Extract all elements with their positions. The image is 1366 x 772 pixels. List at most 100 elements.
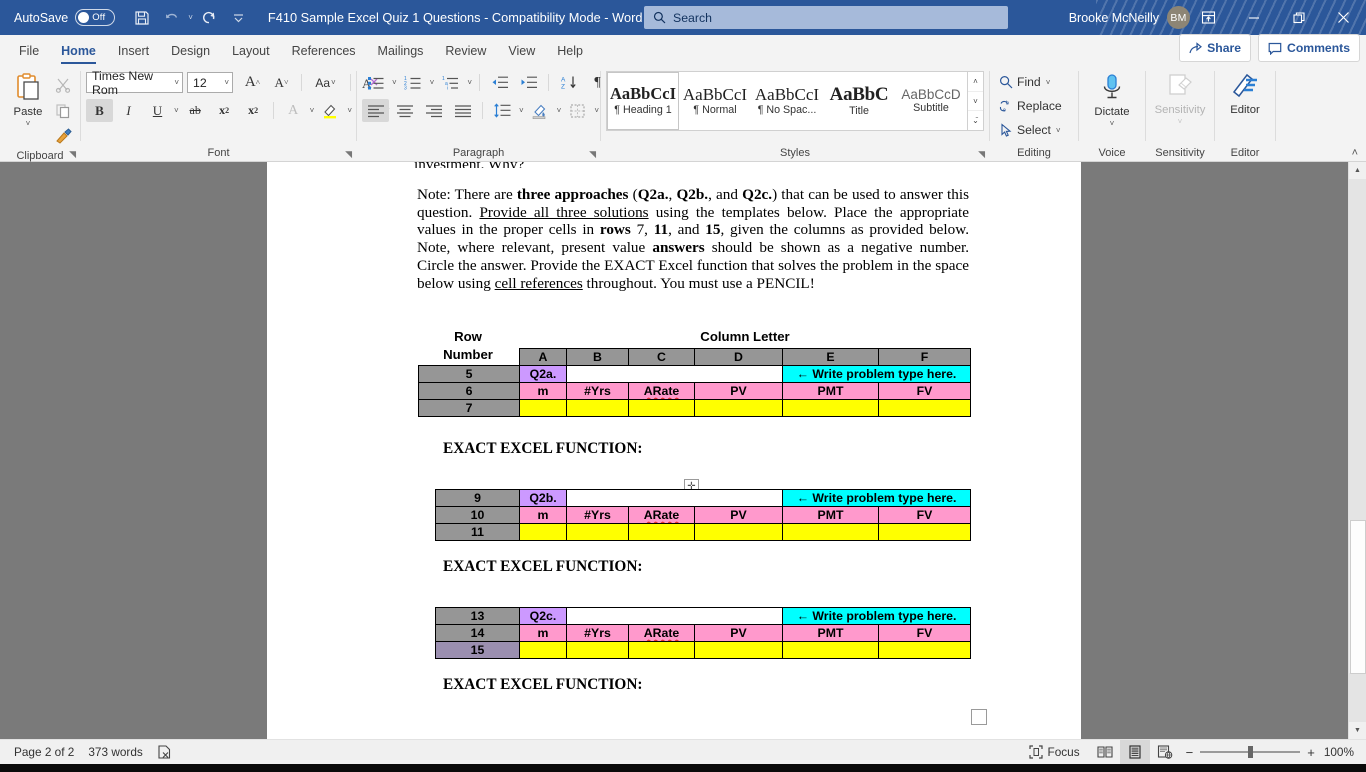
collapse-ribbon-icon[interactable]: ˄: [1352, 147, 1358, 159]
cell-c7[interactable]: [629, 400, 695, 417]
cell-f7[interactable]: [879, 400, 971, 417]
cell-b11[interactable]: [567, 524, 629, 541]
customize-qat-icon[interactable]: [226, 5, 252, 31]
word-count[interactable]: 373 words: [88, 745, 142, 759]
copy-icon[interactable]: [51, 99, 75, 122]
cell-e13-f13[interactable]: ← Write problem type here.: [783, 608, 971, 625]
numbering-icon[interactable]: 123: [400, 71, 427, 94]
bold-button[interactable]: B: [86, 99, 113, 122]
styles-dialog-launcher-icon[interactable]: ◥: [978, 149, 985, 160]
scroll-up-icon[interactable]: ▲: [1349, 162, 1366, 179]
cell-c6[interactable]: ARate: [629, 383, 695, 400]
cell-d14[interactable]: PV: [695, 625, 783, 642]
paste-chevron-down-icon[interactable]: ˅: [25, 119, 32, 128]
italic-button[interactable]: I: [115, 99, 142, 122]
replace-button[interactable]: bc Replace: [995, 95, 1066, 117]
underline-button[interactable]: U: [144, 99, 171, 122]
close-icon[interactable]: [1321, 0, 1366, 35]
shrink-font-icon[interactable]: A˅: [268, 71, 295, 94]
change-case-button[interactable]: Aa˅: [308, 71, 344, 94]
tab-help[interactable]: Help: [546, 37, 594, 65]
cell-e15[interactable]: [783, 642, 879, 659]
multilevel-list-icon[interactable]: 1ai: [437, 71, 464, 94]
proofing-errors-icon[interactable]: [157, 745, 172, 759]
scroll-track-lower[interactable]: [1349, 673, 1366, 722]
web-layout-icon[interactable]: [1150, 740, 1180, 764]
sort-icon[interactable]: AZ: [555, 71, 582, 94]
cell-a14[interactable]: m: [520, 625, 567, 642]
cell-a9[interactable]: Q2b.: [520, 490, 567, 507]
sensitivity-button[interactable]: Sensitivity ˅: [1151, 69, 1209, 126]
account-area[interactable]: Brooke McNeilly BM: [1069, 0, 1190, 35]
style-no-spacing[interactable]: AaBbCcI ¶ No Spac...: [751, 72, 823, 130]
cell-a7[interactable]: [520, 400, 567, 417]
text-effects-chevron-down-icon[interactable]: ˅: [309, 106, 316, 115]
paste-button[interactable]: Paste ˅: [5, 69, 51, 128]
tab-home[interactable]: Home: [50, 37, 107, 65]
table-row[interactable]: 13 Q2c. ← Write problem type here.: [436, 608, 971, 625]
document-page[interactable]: investment. Why? Note: There are three a…: [267, 162, 1081, 739]
autosave-control[interactable]: AutoSave Off: [14, 9, 115, 26]
save-icon[interactable]: [129, 5, 155, 31]
cell-a13[interactable]: Q2c.: [520, 608, 567, 625]
cell-a10[interactable]: m: [520, 507, 567, 524]
justify-icon[interactable]: [449, 99, 476, 122]
table-q2c[interactable]: 13 Q2c. ← Write problem type here. 14 m …: [435, 607, 971, 659]
styles-gallery[interactable]: AaBbCcI ¶ Heading 1 AaBbCcI ¶ Normal AaB…: [606, 71, 984, 131]
tab-file[interactable]: File: [8, 37, 50, 65]
restore-icon[interactable]: [1276, 0, 1321, 35]
redo-icon[interactable]: [197, 5, 223, 31]
borders-icon[interactable]: [564, 99, 591, 122]
cell-e7[interactable]: [783, 400, 879, 417]
zoom-out-button[interactable]: −: [1186, 745, 1194, 760]
cell-d6[interactable]: PV: [695, 383, 783, 400]
style-normal[interactable]: AaBbCcI ¶ Normal: [679, 72, 751, 130]
style-heading1[interactable]: AaBbCcI ¶ Heading 1: [607, 72, 679, 130]
table-q2a[interactable]: A B C D E F 5 Q2a. ← Write problem type …: [418, 348, 971, 417]
cell-c11[interactable]: [629, 524, 695, 541]
cell-e11[interactable]: [783, 524, 879, 541]
highlight-chevron-down-icon[interactable]: ˅: [346, 106, 353, 115]
cell-b10[interactable]: #Yrs: [567, 507, 629, 524]
search-input[interactable]: Search: [644, 6, 1008, 29]
cell-e5-f5[interactable]: ← Write problem type here.: [783, 366, 971, 383]
line-spacing-chevron-down-icon[interactable]: ˅: [518, 106, 525, 115]
cell-a11[interactable]: [520, 524, 567, 541]
subscript-button[interactable]: x2: [211, 99, 238, 122]
borders-chevron-down-icon[interactable]: ˅: [593, 106, 600, 115]
cell-d10[interactable]: PV: [695, 507, 783, 524]
scrollbar-thumb[interactable]: [1350, 520, 1366, 674]
tab-view[interactable]: View: [497, 37, 546, 65]
cell-e6[interactable]: PMT: [783, 383, 879, 400]
table-row[interactable]: 10 m #Yrs ARate PV PMT FV: [436, 507, 971, 524]
bullets-chevron-down-icon[interactable]: ˅: [391, 78, 398, 87]
tab-mailings[interactable]: Mailings: [367, 37, 435, 65]
cell-d15[interactable]: [695, 642, 783, 659]
print-layout-icon[interactable]: [1120, 740, 1150, 764]
font-name-chevron-down-icon[interactable]: ˅: [169, 78, 179, 87]
content-control-checkbox[interactable]: [971, 709, 987, 725]
table-row[interactable]: 15: [436, 642, 971, 659]
select-chevron-down-icon[interactable]: ˅: [1055, 126, 1062, 135]
focus-button[interactable]: Focus: [1029, 745, 1080, 759]
font-name-input[interactable]: Times New Rom ˅: [86, 72, 183, 93]
table-row[interactable]: 7: [419, 400, 971, 417]
table-row[interactable]: 5 Q2a. ← Write problem type here.: [419, 366, 971, 383]
comments-button[interactable]: Comments: [1258, 34, 1360, 62]
grow-font-icon[interactable]: A˄: [239, 71, 266, 94]
format-painter-icon[interactable]: [51, 125, 75, 148]
cell-b13-d13[interactable]: [567, 608, 783, 625]
paragraph-dialog-launcher-icon[interactable]: ◥: [589, 149, 596, 160]
font-dialog-launcher-icon[interactable]: ◥: [345, 149, 352, 160]
cell-a15[interactable]: [520, 642, 567, 659]
styles-more-icon[interactable]: ⌄̄: [968, 111, 983, 130]
zoom-level[interactable]: 100%: [1324, 745, 1354, 759]
cell-f11[interactable]: [879, 524, 971, 541]
cell-b5-d5[interactable]: [567, 366, 783, 383]
cell-b9-d9[interactable]: [567, 490, 783, 507]
cell-e14[interactable]: PMT: [783, 625, 879, 642]
line-spacing-icon[interactable]: [489, 99, 516, 122]
styles-scroll-down-icon[interactable]: ˅: [968, 92, 983, 112]
bullets-icon[interactable]: [362, 71, 389, 94]
scroll-down-icon[interactable]: ▼: [1349, 722, 1366, 739]
